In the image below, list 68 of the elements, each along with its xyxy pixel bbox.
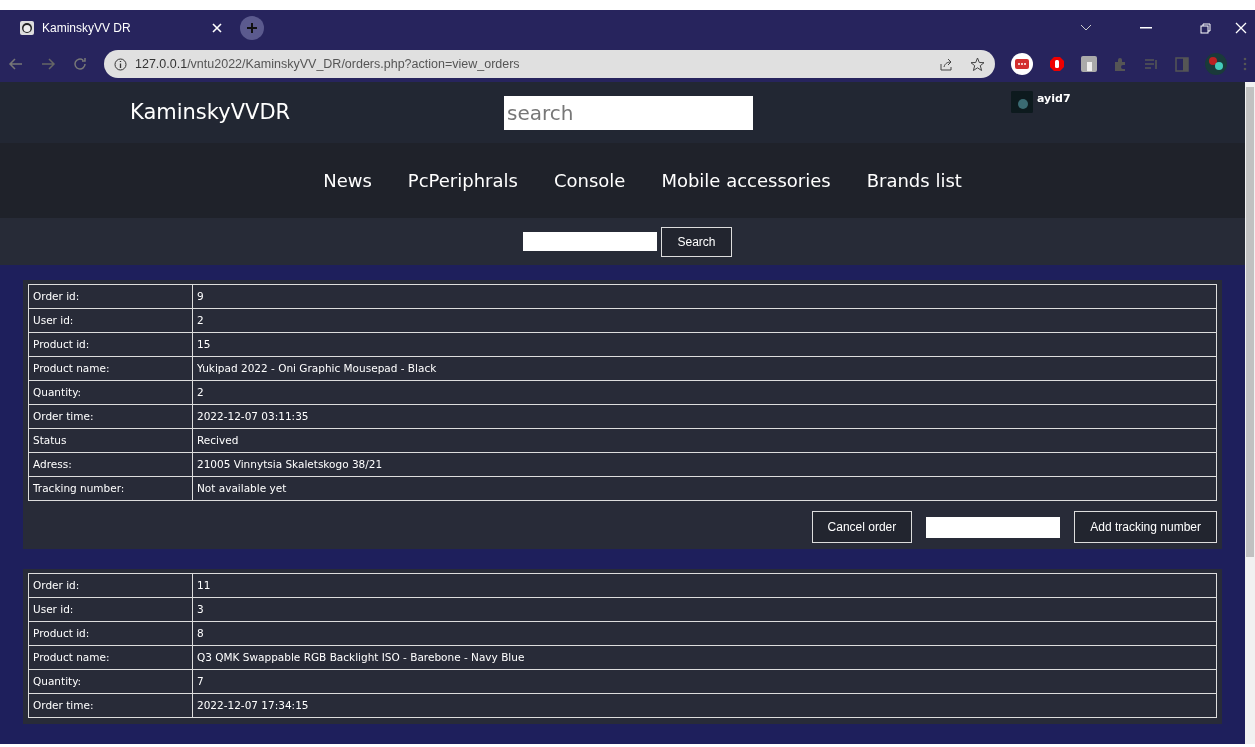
site-logo[interactable]: KaminskyVVDR <box>0 96 350 129</box>
scrollbar[interactable] <box>1245 82 1255 744</box>
extension-icon[interactable] <box>1011 53 1033 75</box>
field-label: Order id: <box>28 284 193 309</box>
nav-link[interactable]: Mobile accessories <box>643 167 849 195</box>
nav-link[interactable]: Console <box>535 167 644 195</box>
url-text: 127.0.0.1/vntu2022/KaminskyVV_DR/orders.php?action=view_orders <box>135 55 521 73</box>
field-label: Quantity: <box>28 380 193 405</box>
back-icon[interactable] <box>8 56 24 72</box>
tab-title: KaminskyVV DR <box>42 20 132 37</box>
order-search-field[interactable] <box>523 232 658 252</box>
field-value: Yukipad 2022 - Oni Graphic Mousepad - Black <box>192 356 1217 381</box>
cancel-order-button[interactable]: Cancel order <box>811 511 913 543</box>
field-label: Quantity: <box>28 669 193 694</box>
site-favicon-icon <box>20 21 34 35</box>
field-value: 7 <box>192 669 1217 694</box>
address-bar[interactable]: 127.0.0.1/vntu2022/KaminskyVV_DR/orders.php?action=view_orders <box>104 50 995 78</box>
field-value: 2022-12-07 03:11:35 <box>192 404 1217 429</box>
restore-icon[interactable] <box>1200 22 1211 34</box>
username[interactable]: ayid7 <box>1037 91 1071 108</box>
minimize-icon[interactable] <box>1140 27 1152 29</box>
field-label: Order id: <box>28 573 193 598</box>
field-label: Product name: <box>28 645 193 670</box>
field-label: User id: <box>28 308 193 333</box>
forward-icon[interactable] <box>40 56 56 72</box>
field-value: 2 <box>192 308 1217 333</box>
field-value: 11 <box>192 573 1217 598</box>
plus-icon <box>246 22 258 34</box>
reload-icon[interactable] <box>72 56 88 72</box>
field-value: 8 <box>192 621 1217 646</box>
profile-avatar-icon[interactable] <box>1205 53 1227 75</box>
field-value: Not available yet <box>192 476 1217 501</box>
field-label: Status <box>28 428 193 453</box>
search-button[interactable]: Search <box>661 226 732 257</box>
field-value: 9 <box>192 284 1217 309</box>
new-tab-button[interactable] <box>240 16 264 40</box>
close-icon[interactable] <box>212 23 222 33</box>
hand-icon[interactable] <box>1049 56 1065 72</box>
field-label: Tracking number: <box>28 476 193 501</box>
field-value: Recived <box>192 428 1217 453</box>
nav-link[interactable]: PcPeriphrals <box>389 167 536 195</box>
tracking-number-field[interactable] <box>926 516 1061 538</box>
star-icon[interactable] <box>970 56 985 72</box>
menu-icon[interactable] <box>1243 57 1247 71</box>
nav-link[interactable]: News <box>305 167 390 195</box>
field-value: 21005 Vinnytsia Skaletskogo 38/21 <box>192 452 1217 477</box>
tab-search-icon[interactable] <box>1080 24 1092 32</box>
field-label: Product id: <box>28 621 193 646</box>
search-field[interactable]: search <box>504 95 753 130</box>
field-label: User id: <box>28 597 193 622</box>
field-value: Q3 QMK Swappable RGB Backlight ISO - Barebone - Navy Blue <box>192 645 1217 670</box>
info-icon <box>114 57 127 71</box>
field-label: Product name: <box>28 356 193 381</box>
side-panel-icon[interactable] <box>1175 56 1189 72</box>
add-tracking-button[interactable]: Add tracking number <box>1074 511 1217 543</box>
nav-link[interactable]: Brands list <box>848 167 980 195</box>
close-icon[interactable] <box>1235 22 1247 34</box>
field-label: Product id: <box>28 332 193 357</box>
field-value: 3 <box>192 597 1217 622</box>
field-label: Order time: <box>28 404 193 429</box>
field-value: 2022-12-07 17:34:15 <box>192 693 1217 718</box>
field-label: Order time: <box>28 693 193 718</box>
share-icon[interactable] <box>939 56 954 72</box>
field-value: 15 <box>192 332 1217 357</box>
playlist-icon[interactable] <box>1144 56 1159 72</box>
puzzle-icon[interactable] <box>1113 56 1128 72</box>
field-value: 2 <box>192 380 1217 405</box>
field-label: Adress: <box>28 452 193 477</box>
